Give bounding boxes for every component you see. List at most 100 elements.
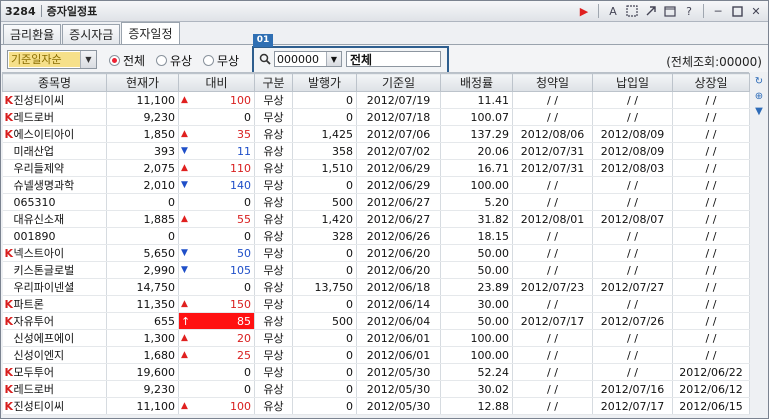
stock-name-cell[interactable]: 우리파이넨셜 xyxy=(2,278,107,296)
current-price-cell: 655 xyxy=(106,312,179,330)
change-value: 110 xyxy=(230,161,251,175)
help-icon[interactable]: ? xyxy=(681,3,697,19)
tab-interest-rate[interactable]: 금리환율 xyxy=(3,24,62,44)
stock-name-cell[interactable]: 대유신소재 xyxy=(2,210,107,228)
window-icon[interactable] xyxy=(662,3,678,19)
table-row[interactable]: K넥스트아이 5,650 ▼ 50 무상 0 2012/06/20 50.00/ / / / / … xyxy=(2,244,750,262)
change-value: 50 xyxy=(237,246,251,260)
col-header-listing-date[interactable]: 상장일 xyxy=(672,73,750,92)
current-price-cell: 1,885 xyxy=(106,210,179,228)
current-price-cell: 11,100 xyxy=(106,91,179,109)
maximize-icon[interactable] xyxy=(729,3,745,19)
table-row[interactable]: K레드로버 9,230 0 유상 0 2012/05/30 30.02/ /2012/07/… xyxy=(2,380,750,398)
search-icon[interactable] xyxy=(257,51,273,67)
listing-date-cell: / / xyxy=(672,142,750,160)
table-row[interactable]: 키스톤글로벌 2,990 ▼ 105 무상 0 2012/06/20 50.00/ / / / /… xyxy=(2,261,750,279)
stock-name-cell[interactable]: 신성에프에이 xyxy=(2,329,107,347)
stock-name-cell[interactable]: K에스이티아이 xyxy=(2,125,107,143)
stock-name-cell[interactable]: 065310 xyxy=(2,193,107,211)
chevron-down-icon[interactable]: ▼ xyxy=(80,51,96,68)
tab-market-funds[interactable]: 증시자금 xyxy=(62,24,121,44)
subscription-date-cell: / / xyxy=(512,397,593,415)
close-icon[interactable]: ✕ xyxy=(748,3,764,19)
table-row[interactable]: K파트론 11,350 ▲ 150 무상 0 2012/06/14 30.00/ / / / / … xyxy=(2,295,750,313)
table-row[interactable]: K진성티이씨 11,100 ▲ 100 유상 0 2012/05/30 12.88/ /201… xyxy=(2,397,750,415)
issue-price-cell: 0 xyxy=(292,176,357,194)
sort-select[interactable]: 기준일자순 ▼ xyxy=(7,50,97,69)
refresh-icon[interactable]: ↻ xyxy=(752,74,766,88)
table-row[interactable]: K자유투어 655 ↑ 85 유상 500 2012/06/04 50.00 2012/07/1… xyxy=(2,312,750,330)
font-icon[interactable]: A xyxy=(605,3,621,19)
radio-all[interactable]: 전체 xyxy=(109,52,145,69)
ratio-cell: 137.29 xyxy=(440,125,513,143)
tab-issuance-schedule[interactable]: 증자일정 xyxy=(121,22,180,44)
stock-name-cell[interactable]: K진성티이씨 xyxy=(2,91,107,109)
table-row[interactable]: K진성티이씨 11,100 ▲ 100 무상 0 2012/07/19 11.41/ / / /… xyxy=(2,91,750,109)
col-header-type[interactable]: 구분 xyxy=(254,73,293,92)
stock-name-cell[interactable]: 우리들제약 xyxy=(2,159,107,177)
change-cell: ▼ 50 xyxy=(178,244,255,262)
stock-name-cell[interactable]: K진성티이씨 xyxy=(2,397,107,415)
issue-price-cell: 0 xyxy=(292,329,357,347)
stock-name-cell[interactable]: K레드로버 xyxy=(2,380,107,398)
table-row[interactable]: 065310 0 0 유상 500 2012/06/27 5.20/ / / / / / xyxy=(2,193,750,211)
table-row[interactable]: 신성이엔지 1,680 ▲ 25 무상 0 2012/06/01 100.00/ / / / / … xyxy=(2,346,750,364)
title-separator xyxy=(40,5,42,17)
table-row[interactable]: 신성에프에이 1,300 ▲ 20 무상 0 2012/06/01 100.00/ / / / /… xyxy=(2,329,750,347)
chevron-down-icon[interactable]: ▼ xyxy=(326,52,341,66)
up-arrow-icon: ▲ xyxy=(181,129,188,139)
stock-name-cell[interactable]: K자유투어 xyxy=(2,312,107,330)
base-date-cell: 2012/07/18 xyxy=(356,108,441,126)
radio-paid[interactable]: 유상 xyxy=(156,52,192,69)
download-icon[interactable]: ▼ xyxy=(752,104,766,118)
col-header-price[interactable]: 현재가 xyxy=(106,73,179,92)
minimize-icon[interactable]: ─ xyxy=(710,3,726,19)
change-cell: ▼ 105 xyxy=(178,261,255,279)
stock-name-cell[interactable]: 001890 xyxy=(2,227,107,245)
stock-name-cell[interactable]: K파트론 xyxy=(2,295,107,313)
stock-name-cell[interactable]: 신성이엔지 xyxy=(2,346,107,364)
col-header-name[interactable]: 종목명 xyxy=(2,73,107,92)
stock-name: 레드로버 xyxy=(13,111,54,124)
table-row[interactable]: 미래산업 393 ▼ 11 유상 358 2012/07/02 20.06 2012/07/31… xyxy=(2,142,750,160)
table-row[interactable]: 슈넬생명과학 2,010 ▼ 140 무상 0 2012/06/29 100.00/ / / /… xyxy=(2,176,750,194)
listing-date-cell: / / xyxy=(672,312,750,330)
listing-date-cell: / / xyxy=(672,108,750,126)
col-header-change[interactable]: 대비 xyxy=(178,73,255,92)
table-row[interactable]: K레드로버 9,230 0 무상 0 2012/07/18 100.07/ / / / / / xyxy=(2,108,750,126)
side-toolbar: ↻ ⊕ ▼ xyxy=(750,73,768,417)
radio-free[interactable]: 무상 xyxy=(203,52,239,69)
payment-date-cell: 2012/08/09 xyxy=(592,142,673,160)
capture-icon[interactable] xyxy=(624,3,640,19)
stock-name-cell[interactable]: 키스톤글로벌 xyxy=(2,261,107,279)
base-date-cell: 2012/06/18 xyxy=(356,278,441,296)
stock-name-cell[interactable]: 슈넬생명과학 xyxy=(2,176,107,194)
col-header-base-date[interactable]: 기준일 xyxy=(356,73,441,92)
listing-date-cell: / / xyxy=(672,261,750,279)
link-icon[interactable] xyxy=(643,3,659,19)
stock-name-cell[interactable]: K레드로버 xyxy=(2,108,107,126)
change-value: 55 xyxy=(237,212,251,226)
ratio-cell: 100.00 xyxy=(440,346,513,364)
stock-name-cell[interactable]: 미래산업 xyxy=(2,142,107,160)
ratio-cell: 18.15 xyxy=(440,227,513,245)
table-row[interactable]: K에스이티아이 1,850 ▲ 35 유상 1,425 2012/07/06 137.29 20… xyxy=(2,125,750,143)
base-date-cell: 2012/06/04 xyxy=(356,312,441,330)
table-row[interactable]: 대유신소재 1,885 ▲ 55 유상 1,420 2012/06/27 31.82 2012/… xyxy=(2,210,750,228)
down-arrow-icon: ▼ xyxy=(181,180,188,190)
base-date-cell: 2012/06/27 xyxy=(356,210,441,228)
col-header-issue-price[interactable]: 발행가 xyxy=(292,73,357,92)
stock-name-field[interactable]: 전체 xyxy=(346,51,441,67)
table-row[interactable]: 우리파이넨셜 14,750 0 유상 13,750 2012/06/18 23.89 2012… xyxy=(2,278,750,296)
table-row[interactable]: 우리들제약 2,075 ▲ 110 유상 1,510 2012/06/29 16.71 2012… xyxy=(2,159,750,177)
col-header-ratio[interactable]: 배정률 xyxy=(440,73,513,92)
stock-name: 키스톤글로벌 xyxy=(13,264,75,277)
play-icon[interactable]: ▶ xyxy=(576,3,592,19)
table-row[interactable]: 001890 0 0 유상 328 2012/06/26 18.15/ / / / / / xyxy=(2,227,750,245)
stock-name-cell[interactable]: K모두투어 xyxy=(2,363,107,381)
stock-name-cell[interactable]: K넥스트아이 xyxy=(2,244,107,262)
col-header-payment-date[interactable]: 납입일 xyxy=(592,73,673,92)
col-header-subscription-date[interactable]: 청약일 xyxy=(512,73,593,92)
add-icon[interactable]: ⊕ xyxy=(752,89,766,103)
table-row[interactable]: K모두투어 19,600 0 무상 0 2012/05/30 52.24/ / / /2012… xyxy=(2,363,750,381)
